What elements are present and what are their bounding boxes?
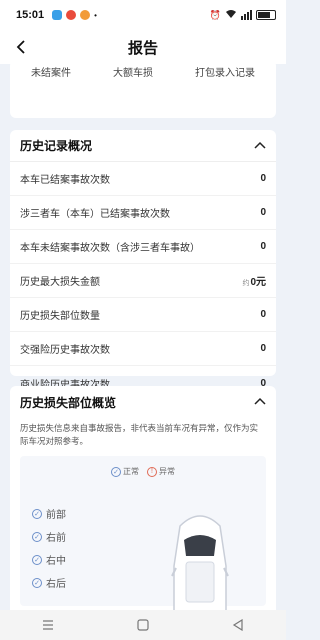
row-label: 历史最大损失金额	[20, 277, 100, 288]
chevron-up-icon[interactable]	[254, 396, 266, 408]
link-package-records[interactable]: 打包录入记录	[195, 64, 255, 79]
check-circle-icon: ✓	[111, 466, 121, 477]
report-content[interactable]: 未结案件 大额车损 打包录入记录 历史记录概况 本车已结案事故次数 0 涉三者车…	[0, 64, 286, 610]
part-item: ✓ 右前	[32, 525, 66, 548]
row-value: 0	[260, 343, 266, 354]
check-circle-icon: ✓	[32, 554, 42, 565]
check-circle-icon: ✓	[32, 508, 42, 519]
row-value: 约0元	[242, 273, 266, 288]
row-label: 涉三者车（本车）已结案事故次数	[20, 209, 170, 220]
page-title: 报告	[127, 39, 158, 57]
damage-legend: ✓ 正常 ! 异常	[20, 466, 266, 477]
status-app-icons: •	[52, 10, 97, 20]
damage-diagram: ✓ 正常 ! 异常 ✓ 前部 ✓ 右前 ✓ 右中 ✓ 右后	[20, 456, 266, 610]
status-bar: 15:01 • ⏰	[0, 0, 286, 30]
dot-icon: •	[94, 10, 97, 20]
home-square-icon	[137, 619, 149, 631]
history-row: 历史最大损失金额 约0元	[10, 264, 276, 298]
row-label: 本车已结案事故次数	[20, 175, 110, 186]
part-item: ✓ 右中	[32, 548, 66, 571]
chevron-up-icon[interactable]	[254, 140, 266, 152]
battery-icon	[256, 10, 276, 20]
quick-links-card: 未结案件 大额车损 打包录入记录	[10, 64, 276, 118]
quick-links: 未结案件 大额车损 打包录入记录	[10, 64, 276, 79]
row-label: 历史损失部位数量	[20, 311, 100, 322]
row-value: 0	[260, 207, 266, 218]
part-item: ✓ 右后	[32, 571, 66, 594]
menu-icon	[42, 620, 53, 630]
car-top-view-icon	[171, 515, 229, 610]
damage-description: 历史损失信息来自事故报告，非代表当前车况有异常，仅作为实际车况对照参考。	[20, 423, 259, 446]
history-section-header[interactable]: 历史记录概况	[10, 130, 276, 162]
history-summary-card: 历史记录概况 本车已结案事故次数 0 涉三者车（本车）已结案事故次数 0 本车未…	[10, 130, 276, 391]
system-nav-bar	[0, 610, 286, 640]
check-circle-icon: ✓	[32, 531, 42, 542]
section-title: 历史记录概况	[20, 139, 93, 153]
home-nav-button[interactable]	[128, 613, 158, 637]
status-time: 15:01	[16, 9, 45, 21]
legend-normal: ✓ 正常	[111, 466, 139, 477]
part-label: 前部	[46, 510, 66, 521]
part-label: 右中	[46, 556, 66, 567]
row-value: 0	[260, 241, 266, 252]
signal-icon	[241, 10, 252, 20]
chevron-left-icon	[16, 40, 25, 54]
history-row: 涉三者车（本车）已结案事故次数 0	[10, 196, 276, 230]
app-header: 报告	[0, 30, 286, 64]
triangle-back-icon	[233, 619, 243, 631]
damage-overview-card: 历史损失部位概览 历史损失信息来自事故报告，非代表当前车况有异常，仅作为实际车况…	[10, 386, 276, 610]
section-title: 历史损失部位概览	[20, 395, 117, 410]
back-button[interactable]	[10, 36, 32, 58]
warning-icon: !	[147, 466, 157, 477]
history-row: 交强险历史事故次数 0	[10, 332, 276, 366]
status-indicators: ⏰	[210, 9, 276, 22]
part-label: 右后	[46, 579, 66, 590]
part-item: ✓ 前部	[32, 502, 66, 525]
app-notification-icon	[66, 10, 77, 20]
app-notification-icon	[80, 10, 91, 20]
row-label: 本车未结案事故次数（含涉三者车事故）	[20, 243, 200, 254]
damage-parts-list: ✓ 前部 ✓ 右前 ✓ 右中 ✓ 右后	[32, 502, 66, 594]
menu-nav-button[interactable]	[33, 613, 63, 637]
link-large-damage[interactable]: 大额车损	[113, 64, 153, 79]
row-value-amount: 0元	[250, 277, 266, 288]
legend-normal-label: 正常	[123, 467, 139, 476]
legend-abnormal: ! 异常	[147, 466, 175, 477]
damage-section-header[interactable]: 历史损失部位概览	[10, 386, 276, 418]
row-label: 交强险历史事故次数	[20, 345, 110, 356]
check-circle-icon: ✓	[32, 577, 42, 588]
history-row: 本车未结案事故次数（含涉三者车事故） 0	[10, 230, 276, 264]
legend-abnormal-label: 异常	[159, 467, 175, 476]
alarm-icon: ⏰	[209, 9, 221, 20]
part-label: 右前	[46, 533, 66, 544]
link-unsettled-cases[interactable]: 未结案件	[31, 64, 71, 79]
back-nav-button[interactable]	[223, 613, 253, 637]
history-row: 历史损失部位数量 0	[10, 298, 276, 332]
wifi-icon	[225, 9, 237, 22]
history-row: 本车已结案事故次数 0	[10, 162, 276, 196]
row-value: 0	[260, 173, 266, 184]
app-notification-icon	[52, 10, 63, 20]
row-value: 0	[260, 309, 266, 320]
value-prefix: 约	[242, 280, 250, 287]
